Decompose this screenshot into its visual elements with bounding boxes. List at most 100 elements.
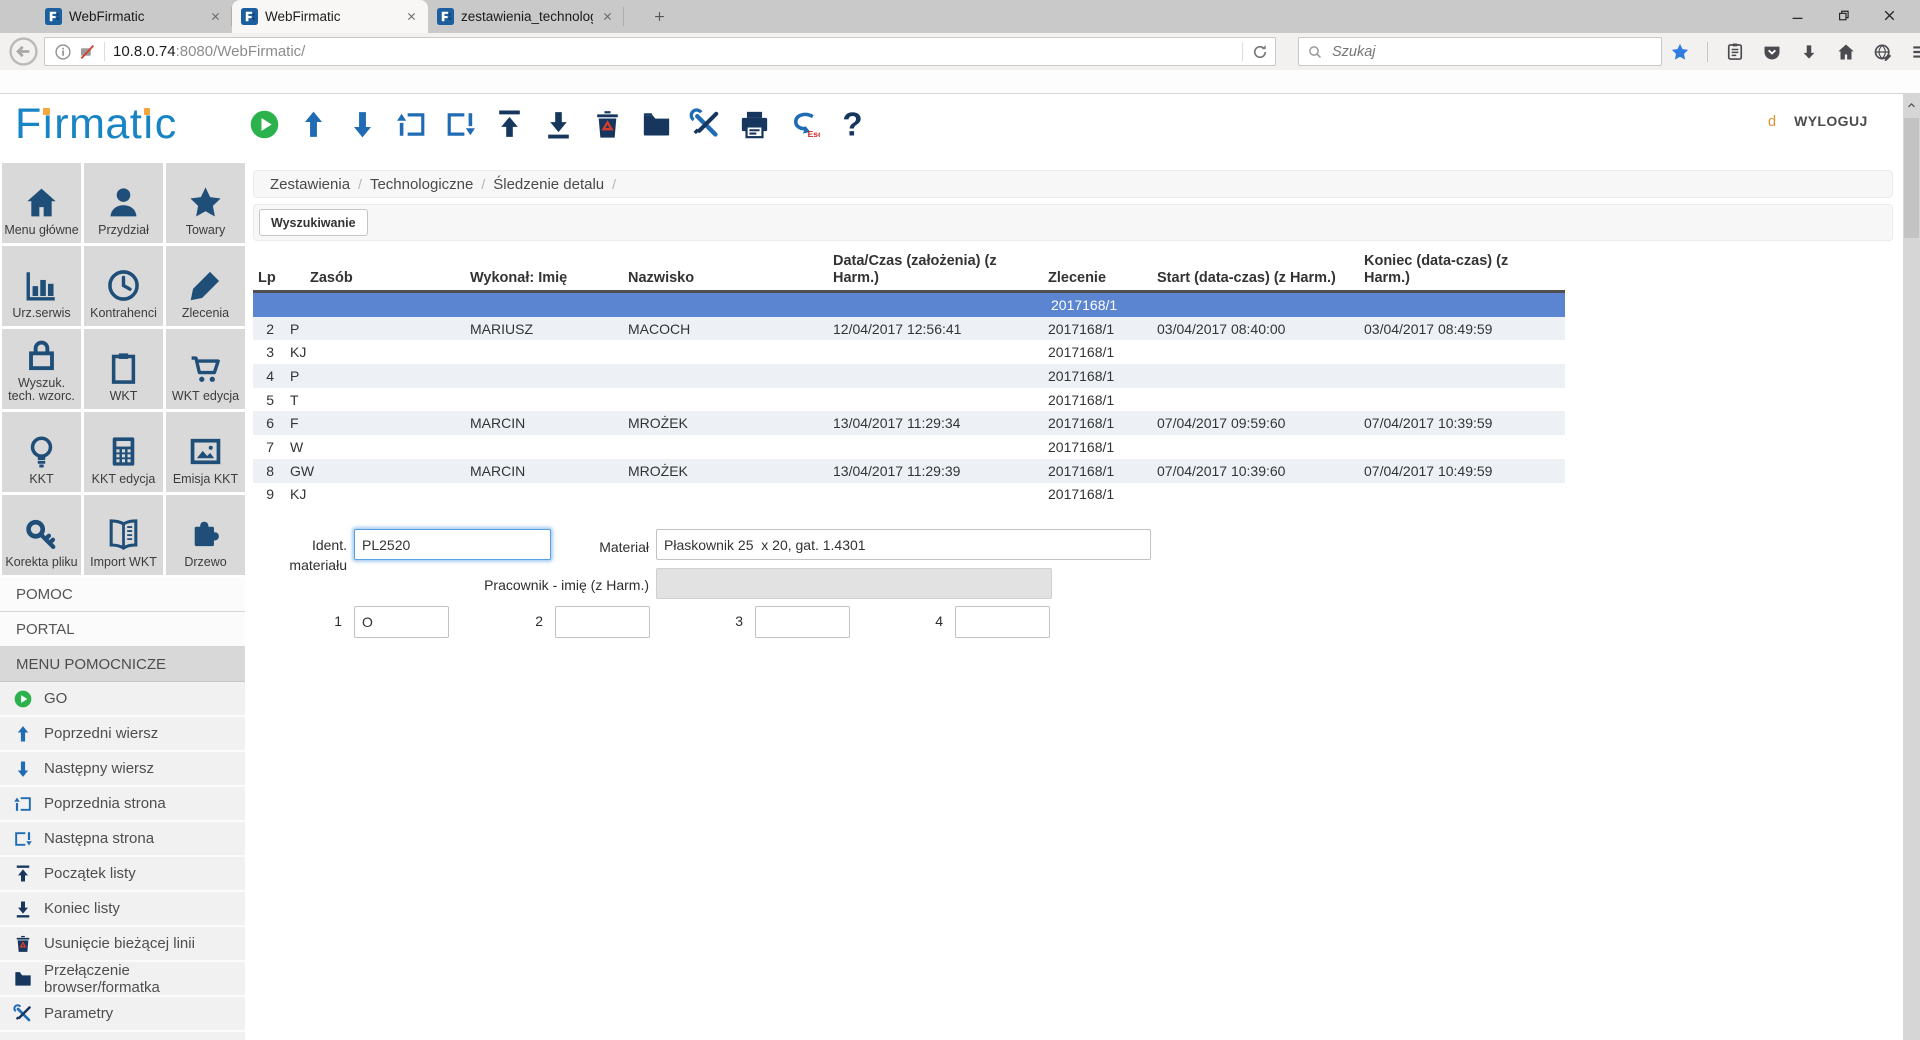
close-icon	[208, 9, 223, 24]
previous-row-button[interactable]	[295, 106, 331, 142]
sidebar-item-przełączenie-browser-formatka[interactable]: Przełączenie browser/formatka	[0, 962, 245, 997]
sidebar-item-usunięcie-bieżącej-linii[interactable]: Usunięcie bieżącej linii	[0, 927, 245, 962]
table-row-3[interactable]: 3KJ2017168/1	[253, 340, 1565, 364]
sidebar-tile-zlecenia[interactable]: Zlecenia	[166, 246, 245, 326]
globe-edit-icon[interactable]	[1873, 42, 1893, 62]
scroll-up-icon[interactable]	[1905, 99, 1918, 112]
field-2-input[interactable]	[555, 606, 650, 638]
tab-close-button[interactable]	[600, 9, 615, 24]
arrow-down-icon	[13, 759, 33, 779]
sidebar-item-poprzedni-wiersz[interactable]: Poprzedni wiersz	[0, 717, 245, 752]
browser-tab-2[interactable]: WebFirmatic	[232, 0, 428, 33]
download-arrow-icon[interactable]	[1799, 42, 1819, 62]
table-row-6[interactable]: 6FMARCINMROŻEK13/04/2017 11:29:342017168…	[253, 411, 1565, 435]
go-button[interactable]	[246, 106, 282, 142]
firmatic-logo[interactable]: Fırmatıc	[15, 100, 177, 148]
ident-material-input[interactable]	[354, 529, 551, 560]
sidebar-item-następny-wiersz[interactable]: Następny wiersz	[0, 752, 245, 787]
clipboard-list-icon[interactable]	[1725, 42, 1745, 62]
search-bar[interactable]	[1298, 37, 1662, 66]
hamburger-icon[interactable]	[1910, 42, 1920, 62]
print-button[interactable]	[736, 106, 772, 142]
close-button[interactable]	[1866, 0, 1912, 30]
tab-close-button[interactable]	[404, 9, 419, 24]
browser-tab-3[interactable]: zestawienia_technologicz...	[428, 0, 624, 33]
list-end-button[interactable]	[540, 106, 576, 142]
parameters-button[interactable]	[687, 106, 723, 142]
sidebar-item-poprzednia-strona[interactable]: Poprzednia strona	[0, 787, 245, 822]
browser-form-toggle-button[interactable]	[638, 106, 674, 142]
sidebar-item-partial[interactable]	[0, 1032, 245, 1040]
sidebar-tile-przydział[interactable]: Przydział	[84, 163, 163, 243]
sidebar-tile-emisja-kkt[interactable]: Emisja KKT	[166, 412, 245, 492]
sidebar-tile-drzewo[interactable]: Drzewo	[166, 495, 245, 575]
search-input[interactable]	[1330, 43, 1653, 61]
sidebar-item-portal[interactable]: PORTAL	[0, 612, 245, 647]
icon-separator	[1707, 42, 1708, 62]
logout-button[interactable]: WYLOGUJ	[1794, 113, 1868, 129]
sidebar-item-koniec-listy[interactable]: Koniec listy	[0, 892, 245, 927]
field-3-input[interactable]	[755, 606, 850, 638]
plugin-blocked-icon[interactable]	[78, 43, 96, 61]
next-page-button[interactable]	[442, 106, 478, 142]
material-input[interactable]	[656, 529, 1151, 560]
home-icon	[23, 184, 60, 221]
browser-tab-1[interactable]: WebFirmatic	[36, 0, 232, 33]
sidebar-item-początek-listy[interactable]: Początek listy	[0, 857, 245, 892]
sidebar-tile-wkt-edycja[interactable]: WKT edycja	[166, 329, 245, 409]
list-start-button[interactable]	[491, 106, 527, 142]
home-icon[interactable]	[1836, 42, 1856, 62]
sidebar-tile-menu-główne[interactable]: Menu główne	[2, 163, 81, 243]
sidebar-item-pomoc[interactable]: POMOC	[0, 577, 245, 612]
sidebar-item-parametry[interactable]: Parametry	[0, 997, 245, 1032]
sidebar-tile-import-wkt[interactable]: Import WKT	[84, 495, 163, 575]
sidebar-item-menu-pomocnicze[interactable]: MENU POMOCNICZE	[0, 647, 245, 682]
search-button[interactable]: Wyszukiwanie	[259, 209, 368, 236]
url-bar[interactable]: 10.8.0.74:8080/WebFirmatic/	[44, 37, 1276, 66]
sidebar-tile-kkt[interactable]: KKT	[2, 412, 81, 492]
sidebar-tile-korekta-pliku[interactable]: Korekta pliku	[2, 495, 81, 575]
sidebar-tile-wyszuk-tech-wzorc[interactable]: Wyszuk. tech. wzorc.	[2, 329, 81, 409]
table-row-1[interactable]: 12017168/1	[253, 293, 1565, 317]
breadcrumb-item-zestawienia[interactable]: Zestawienia	[270, 176, 350, 193]
escape-button[interactable]: Esc	[785, 106, 821, 142]
pracownik-input[interactable]	[656, 568, 1052, 599]
table-row-8[interactable]: 8GWMARCINMROŻEK13/04/2017 11:29:39201716…	[253, 459, 1565, 483]
table-row-4[interactable]: 4P2017168/1	[253, 364, 1565, 388]
sidebar-tile-towary[interactable]: Towary	[166, 163, 245, 243]
scrollbar-thumb[interactable]	[1904, 118, 1919, 238]
reload-icon[interactable]	[1251, 43, 1269, 61]
table-row-7[interactable]: 7W2017168/1	[253, 435, 1565, 459]
field-4-input[interactable]	[955, 606, 1050, 638]
sidebar-tile-wkt[interactable]: WKT	[84, 329, 163, 409]
breadcrumb-item-śledzenie-detalu[interactable]: Śledzenie detalu	[493, 176, 604, 193]
table-row-9[interactable]: 9KJ2017168/1	[253, 483, 1565, 507]
field-1-input[interactable]	[354, 606, 449, 638]
bookmark-star-icon[interactable]	[1670, 42, 1690, 62]
breadcrumb-separator: /	[481, 176, 485, 192]
sidebar-tile-kkt-edycja[interactable]: KKT edycja	[84, 412, 163, 492]
next-row-button[interactable]	[344, 106, 380, 142]
delete-current-line-button[interactable]	[589, 106, 625, 142]
restore-button[interactable]	[1820, 0, 1866, 30]
minimize-button[interactable]	[1774, 0, 1820, 30]
table-row-2[interactable]: 2PMARIUSZMACOCH12/04/2017 12:56:41201716…	[253, 317, 1565, 341]
tab-close-button[interactable]	[208, 9, 223, 24]
new-tab-button[interactable]	[646, 4, 672, 29]
sidebar-item-następna-strona[interactable]: Następna strona	[0, 822, 245, 857]
sidebar-tile-kontrahenci[interactable]: Kontrahenci	[84, 246, 163, 326]
sidebar-tile-urz-serwis[interactable]: Urz.serwis	[2, 246, 81, 326]
table-row-5[interactable]: 5T2017168/1	[253, 388, 1565, 412]
cell: 13/04/2017 11:29:34	[833, 415, 1048, 431]
lock-icon	[23, 337, 60, 374]
site-info-icon[interactable]	[54, 43, 72, 61]
previous-page-button[interactable]	[393, 106, 429, 142]
pocket-icon[interactable]	[1762, 42, 1782, 62]
breadcrumb-item-technologiczne[interactable]: Technologiczne	[370, 176, 473, 193]
page-scrollbar[interactable]	[1903, 94, 1920, 1040]
new-tab-icon	[652, 9, 667, 24]
help-button[interactable]: ?	[834, 106, 870, 142]
back-button[interactable]	[8, 36, 39, 67]
sidebar-item-go[interactable]: GO	[0, 682, 245, 717]
home-icon	[1836, 42, 1856, 62]
